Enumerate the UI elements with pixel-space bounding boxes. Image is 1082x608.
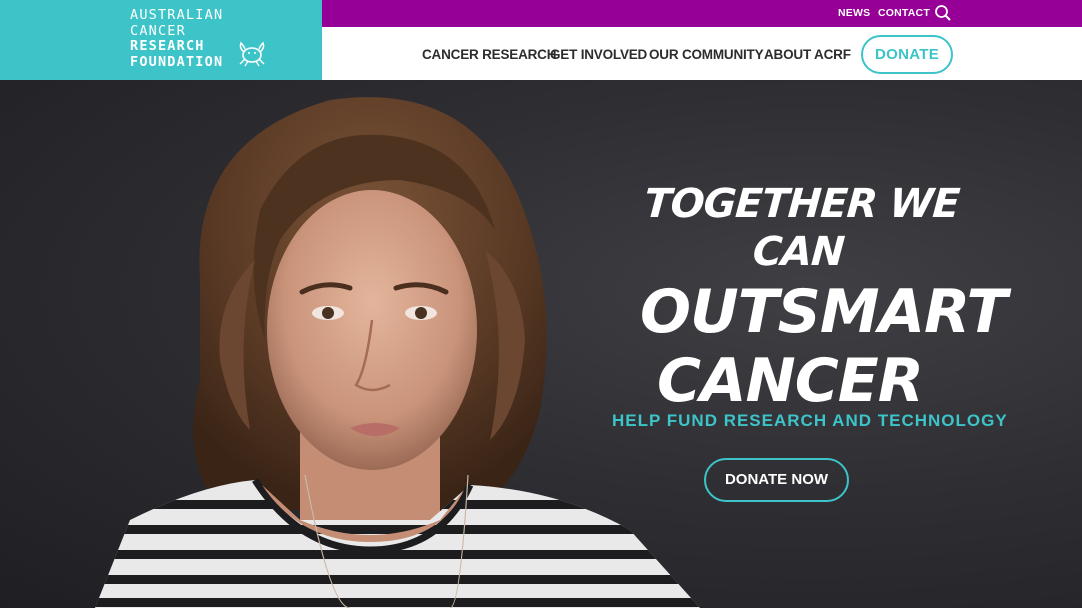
hero-subheading: HELP FUND RESEARCH AND TECHNOLOGY [612, 411, 1008, 430]
nav-item-get-involved[interactable]: GET INVOLVED [550, 47, 647, 62]
news-link[interactable]: NEWS [838, 7, 870, 19]
hero-headline: TOGETHER WE CAN OUTSMART CANCER [640, 180, 1007, 414]
crab-logo-icon [236, 40, 268, 73]
contact-link[interactable]: CONTACT [878, 7, 930, 19]
site-logo[interactable]: AUSTRALIAN CANCER RESEARCH FOUNDATION [0, 0, 322, 80]
donate-now-button[interactable]: DONATE NOW [704, 458, 849, 502]
search-icon[interactable] [934, 4, 952, 27]
nav-item-our-community[interactable]: OUR COMMUNITY [649, 47, 764, 62]
utility-bar: NEWS CONTACT [322, 0, 1082, 27]
hero-portrait-image [95, 97, 700, 608]
logo-wordmark: AUSTRALIAN CANCER RESEARCH FOUNDATION [130, 7, 224, 70]
headline-line-1: TOGETHER WE CAN [642, 181, 961, 275]
nav-item-cancer-research[interactable]: CANCER RESEARCH [422, 47, 556, 62]
main-nav: CANCER RESEARCH GET INVOLVED OUR COMMUNI… [322, 27, 1082, 80]
logo-line-australian: AUSTRALIAN [130, 7, 224, 23]
logo-line-research: RESEARCH [130, 38, 205, 54]
nav-item-about-acrf[interactable]: ABOUT ACRF [764, 47, 851, 62]
donate-button[interactable]: DONATE [861, 35, 953, 74]
logo-line-cancer: CANCER [130, 22, 186, 39]
hero-banner: TOGETHER WE CAN OUTSMART CANCER HELP FUN… [0, 80, 1082, 608]
logo-line-foundation: FOUNDATION [130, 53, 224, 70]
headline-line-3: CANCER [657, 346, 924, 416]
headline-line-2: OUTSMART [640, 277, 1007, 347]
